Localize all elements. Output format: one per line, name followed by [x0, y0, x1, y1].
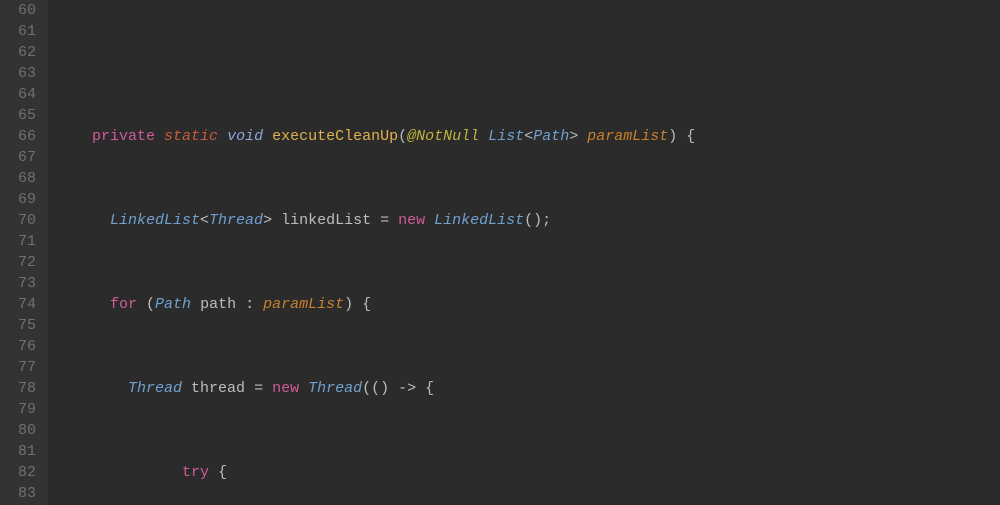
- code-line[interactable]: LinkedList<Thread> linkedList = new Link…: [56, 210, 938, 231]
- line-number: 71: [8, 231, 36, 252]
- line-number: 60: [8, 0, 36, 21]
- line-number: 83: [8, 483, 36, 504]
- line-number: 67: [8, 147, 36, 168]
- line-number: 81: [8, 441, 36, 462]
- line-number: 76: [8, 336, 36, 357]
- line-number: 63: [8, 63, 36, 84]
- code-line[interactable]: [56, 42, 938, 63]
- line-number: 68: [8, 168, 36, 189]
- code-line[interactable]: Thread thread = new Thread(() -> {: [56, 378, 938, 399]
- code-editor[interactable]: 60 61 62 63 64 65 66 67 68 69 70 71 72 7…: [0, 0, 1000, 505]
- line-number: 75: [8, 315, 36, 336]
- line-number: 73: [8, 273, 36, 294]
- code-line[interactable]: try {: [56, 462, 938, 483]
- code-area[interactable]: private static void executeCleanUp(@NotN…: [48, 0, 938, 505]
- line-number: 74: [8, 294, 36, 315]
- code-line[interactable]: for (Path path : paramList) {: [56, 294, 938, 315]
- line-number: 72: [8, 252, 36, 273]
- line-number: 82: [8, 462, 36, 483]
- line-number-gutter: 60 61 62 63 64 65 66 67 68 69 70 71 72 7…: [0, 0, 48, 505]
- line-number: 66: [8, 126, 36, 147]
- code-line[interactable]: private static void executeCleanUp(@NotN…: [56, 126, 938, 147]
- line-number: 62: [8, 42, 36, 63]
- line-number: 64: [8, 84, 36, 105]
- line-number: 79: [8, 399, 36, 420]
- line-number: 80: [8, 420, 36, 441]
- line-number: 69: [8, 189, 36, 210]
- line-number: 70: [8, 210, 36, 231]
- line-number: 65: [8, 105, 36, 126]
- line-number: 61: [8, 21, 36, 42]
- line-number: 78: [8, 378, 36, 399]
- line-number: 77: [8, 357, 36, 378]
